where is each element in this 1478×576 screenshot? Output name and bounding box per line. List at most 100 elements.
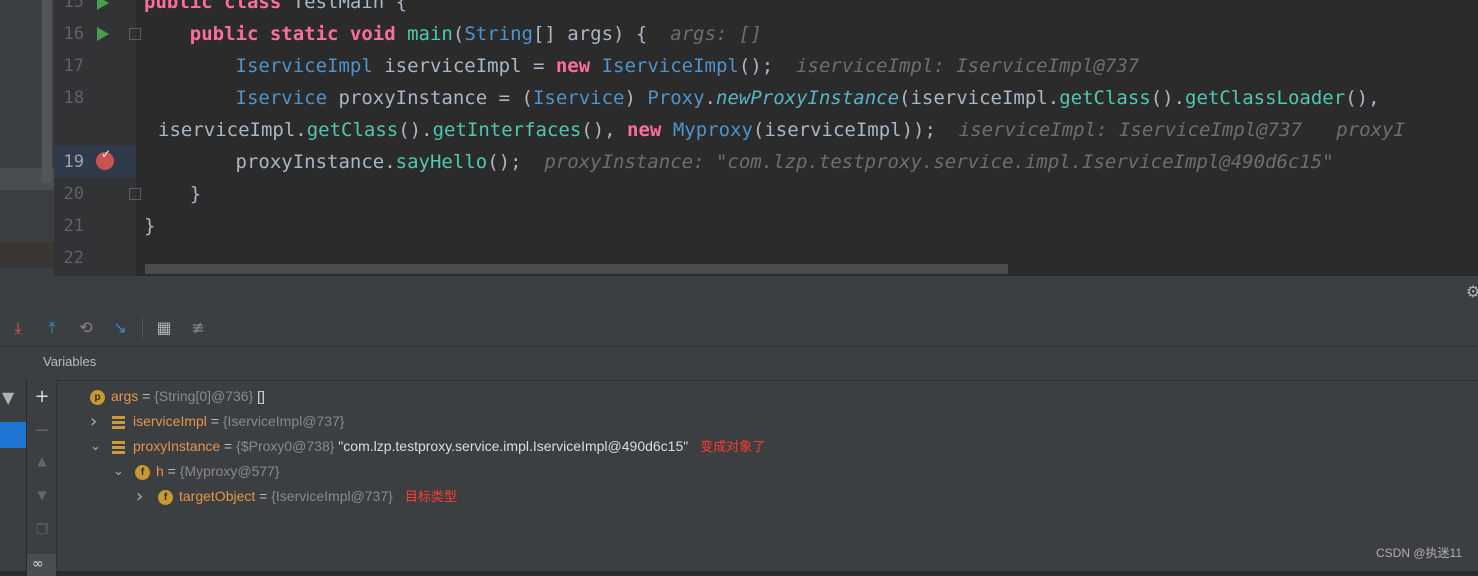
code-token: getClassLoader (1185, 87, 1346, 109)
selected-frame[interactable] (0, 422, 26, 448)
expand-arrow-icon[interactable]: › (90, 409, 102, 434)
variable-name: proxyInstance (133, 438, 221, 454)
glasses-icon[interactable]: ∞ (27, 554, 56, 576)
variable-equals: = (220, 438, 237, 454)
variable-row[interactable]: › f targetObject = {IserviceImpl@737} 目标类型 (136, 484, 457, 509)
add-watch-icon[interactable]: + (32, 386, 52, 407)
remove-watch-icon[interactable]: − (32, 420, 52, 441)
frames-strip: ▼ (0, 380, 27, 571)
variables-side-toolbar: + − ▲ ▼ ❐ ∞ (27, 380, 57, 576)
line-number: 18 (63, 88, 84, 108)
debug-toolbar: ⤓ ⤒ ⟲ ↘ ▦ ≢ (0, 310, 1478, 347)
variable-row[interactable]: ⌄ f h = {Myproxy@577} (113, 459, 280, 484)
filter-icon[interactable]: ▼ (2, 388, 14, 407)
variables-title: Variables (43, 354, 97, 369)
code-line[interactable]: iserviceImpl.getClass().getInterfaces(),… (158, 114, 1405, 146)
variable-id: {Myproxy@577} (179, 463, 280, 479)
expand-arrow-icon[interactable]: › (136, 484, 148, 509)
code-token: } (144, 215, 156, 237)
code-token: getClass (306, 119, 399, 141)
variable-row[interactable]: p args = {String[0]@736} [] (90, 384, 265, 409)
variable-row[interactable]: › iserviceImpl = {IserviceImpl@737} (90, 409, 345, 434)
collapse-arrow-icon[interactable]: ⌄ (113, 459, 125, 484)
project-panel-strip (0, 0, 54, 276)
line-number: 20 (63, 184, 84, 204)
code-token: getClass (1059, 87, 1151, 109)
move-down-icon[interactable]: ▼ (32, 488, 52, 502)
step-into-icon[interactable]: ⤓ (8, 318, 28, 338)
settings-gear-icon[interactable]: ⚙ (1466, 282, 1478, 301)
variables-header: Variables (0, 346, 1478, 381)
variable-name: targetObject (179, 488, 256, 504)
evaluate-icon[interactable]: ▦ (154, 318, 174, 338)
code-token: iserviceImpl. (158, 119, 307, 141)
code-token: } (144, 183, 202, 205)
code-token: iserviceImpl = (372, 55, 556, 77)
variable-name: iserviceImpl (133, 413, 207, 429)
code-line[interactable]: } (144, 210, 155, 242)
code-line[interactable]: } (144, 178, 201, 210)
code-token: iserviceImpl: IserviceImpl@737 (796, 55, 1140, 77)
code-token: public class (144, 0, 293, 13)
drop-frame-icon[interactable]: ⟲ (76, 318, 96, 338)
code-token: IserviceImpl (235, 55, 373, 77)
breakpoint-icon[interactable] (96, 147, 114, 170)
run-main-icon[interactable] (97, 27, 109, 41)
code-token: String (464, 23, 533, 45)
project-tree-item[interactable] (0, 242, 54, 268)
line-number: 19 (63, 152, 84, 172)
variable-name: args (111, 388, 139, 404)
variable-id: {IserviceImpl@737} (271, 488, 393, 504)
trace-icon[interactable]: ≢ (188, 318, 208, 338)
toolbar-separator (142, 318, 143, 338)
code-line[interactable]: public class TestMain { (144, 0, 407, 18)
line-number: 15 (63, 0, 84, 12)
code-token: (). (1150, 87, 1186, 109)
project-scrollbar[interactable] (42, 0, 52, 182)
code-line[interactable]: Iservice proxyInstance = (Iservice) Prox… (144, 82, 1380, 114)
field-icon: f (135, 464, 150, 480)
code-token: . (704, 87, 716, 109)
code-token: proxyInstance. (144, 151, 396, 173)
code-token: TestMain { (292, 0, 408, 13)
code-token: iserviceImpl: IserviceImpl@737 proxyI (958, 119, 1405, 141)
debug-panel: ⚙ ⤓ ⤒ ⟲ ↘ ▦ ≢ Variables ▼ + − ▲ ▼ ❐ ∞ pa… (0, 276, 1478, 576)
variable-id: {$Proxy0@738} (236, 438, 335, 454)
code-token: public static void (144, 23, 408, 45)
code-line[interactable]: proxyInstance.sayHello(); proxyInstance:… (144, 146, 1334, 178)
collapse-arrow-icon[interactable]: ⌄ (90, 434, 102, 459)
code-token: proxyInstance: "com.lzp.testproxy.servic… (544, 151, 1334, 173)
run-to-cursor-icon[interactable]: ↘ (110, 318, 130, 338)
code-line[interactable]: public static void main(String[] args) {… (144, 18, 762, 50)
variable-id: {IserviceImpl@737} (222, 413, 345, 429)
variable-name: h (156, 463, 164, 479)
fold-marker-icon[interactable] (129, 28, 141, 40)
line-number: 17 (63, 56, 84, 76)
editor-horizontal-scrollbar[interactable] (145, 264, 1008, 274)
code-token: IserviceImpl (601, 55, 739, 77)
step-out-icon[interactable]: ⤒ (42, 318, 62, 338)
move-up-icon[interactable]: ▲ (32, 454, 52, 468)
annotation-note: 目标类型 (404, 489, 457, 504)
variable-value: [] (253, 388, 265, 404)
variables-tree: p args = {String[0]@736} [] › iserviceImpl … (56, 380, 1478, 571)
code-token: ( (452, 23, 465, 45)
code-token: getInterfaces (432, 119, 582, 141)
run-icon[interactable] (97, 0, 109, 10)
variable-equals: = (206, 413, 223, 429)
line-number: 21 (63, 216, 84, 236)
code-token: (); (487, 151, 545, 173)
line-number: 16 (63, 24, 84, 44)
variable-id: {String[0]@736} (154, 388, 254, 404)
copy-icon[interactable]: ❐ (32, 522, 52, 538)
code-token: ) (624, 87, 648, 109)
code-editor[interactable]: public class TestMain { public static vo… (136, 0, 1478, 276)
fold-marker-end-icon[interactable] (129, 188, 141, 200)
variable-row[interactable]: ⌄ proxyInstance = {$Proxy0@738} "com.lzp.… (90, 434, 765, 459)
code-token: main (407, 23, 453, 45)
object-field-icon (112, 440, 125, 454)
code-line[interactable]: IserviceImpl iserviceImpl = new Iservice… (144, 50, 1140, 82)
variable-value: "com.lzp.testproxy.service.impl.Iservice… (334, 438, 689, 454)
parameter-icon: p (90, 389, 105, 405)
